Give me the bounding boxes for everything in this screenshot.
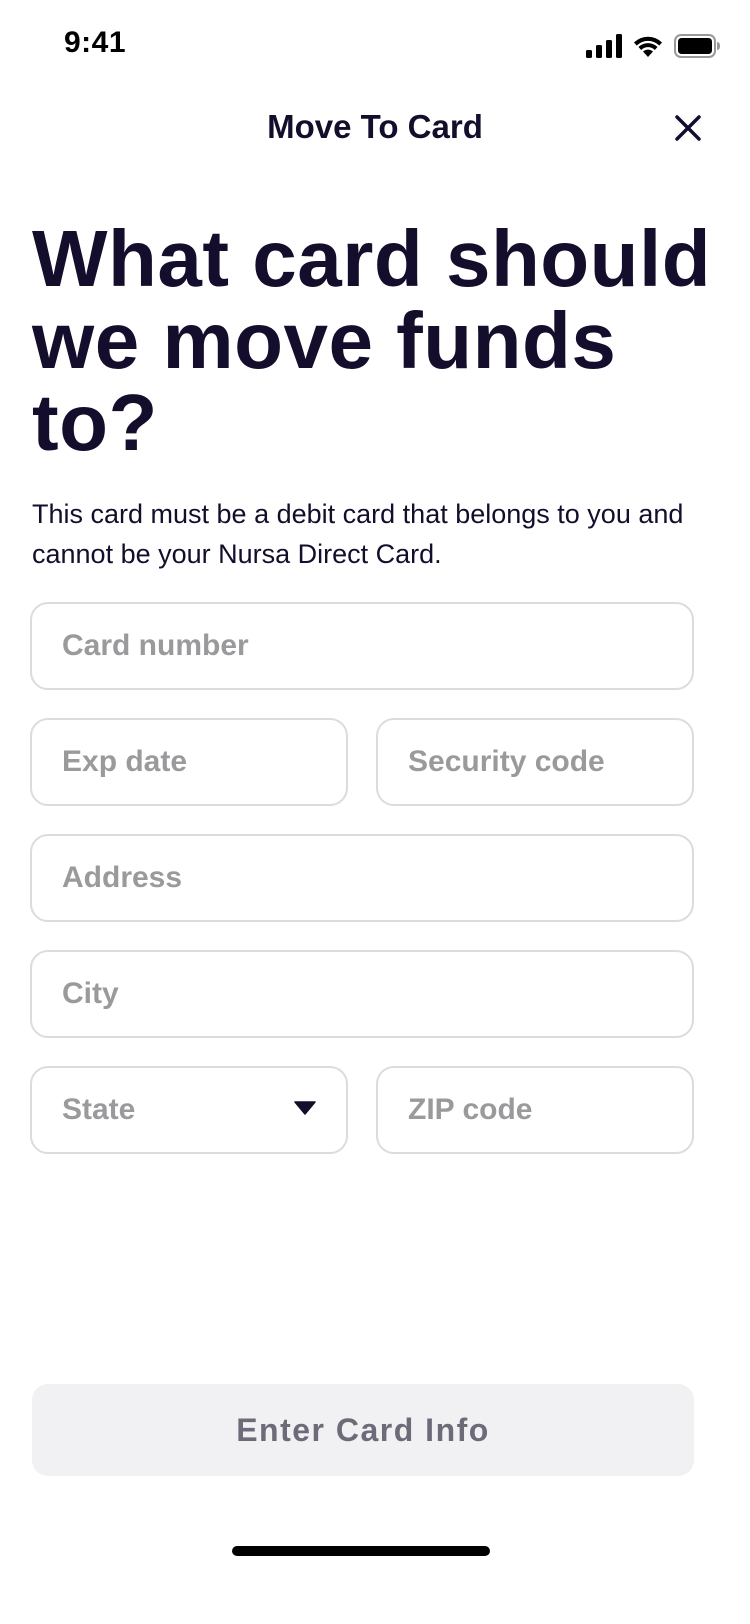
close-button[interactable] <box>666 108 710 152</box>
zip-code-field[interactable] <box>376 1066 694 1154</box>
card-number-field[interactable] <box>30 602 694 690</box>
city-input[interactable] <box>62 977 662 1011</box>
status-bar: 9:41 <box>0 0 750 90</box>
state-dropdown-label: State <box>62 1093 136 1126</box>
headline: What card should we move funds to? <box>32 214 712 467</box>
close-icon <box>674 114 702 147</box>
status-time: 9:41 <box>64 26 127 59</box>
page-title: Move To Card <box>267 108 483 145</box>
wifi-icon <box>632 34 664 58</box>
subtext: This card must be a debit card that belo… <box>32 499 684 569</box>
city-field[interactable] <box>30 950 694 1038</box>
exp-date-input[interactable] <box>62 745 316 779</box>
security-code-input[interactable] <box>408 745 662 779</box>
address-field[interactable] <box>30 834 694 922</box>
zip-code-input[interactable] <box>408 1093 662 1127</box>
status-icons <box>586 30 720 62</box>
security-code-field[interactable] <box>376 718 694 806</box>
card-number-input[interactable] <box>62 629 662 663</box>
battery-icon <box>674 34 720 58</box>
state-dropdown[interactable]: State <box>30 1066 348 1154</box>
nav-bar: Move To Card <box>0 90 750 170</box>
caret-down-icon <box>294 1100 316 1120</box>
enter-card-info-button[interactable]: Enter Card Info <box>32 1384 694 1476</box>
address-input[interactable] <box>62 861 662 895</box>
cellular-signal-icon <box>586 34 622 58</box>
home-indicator <box>232 1546 490 1556</box>
exp-date-field[interactable] <box>30 718 348 806</box>
